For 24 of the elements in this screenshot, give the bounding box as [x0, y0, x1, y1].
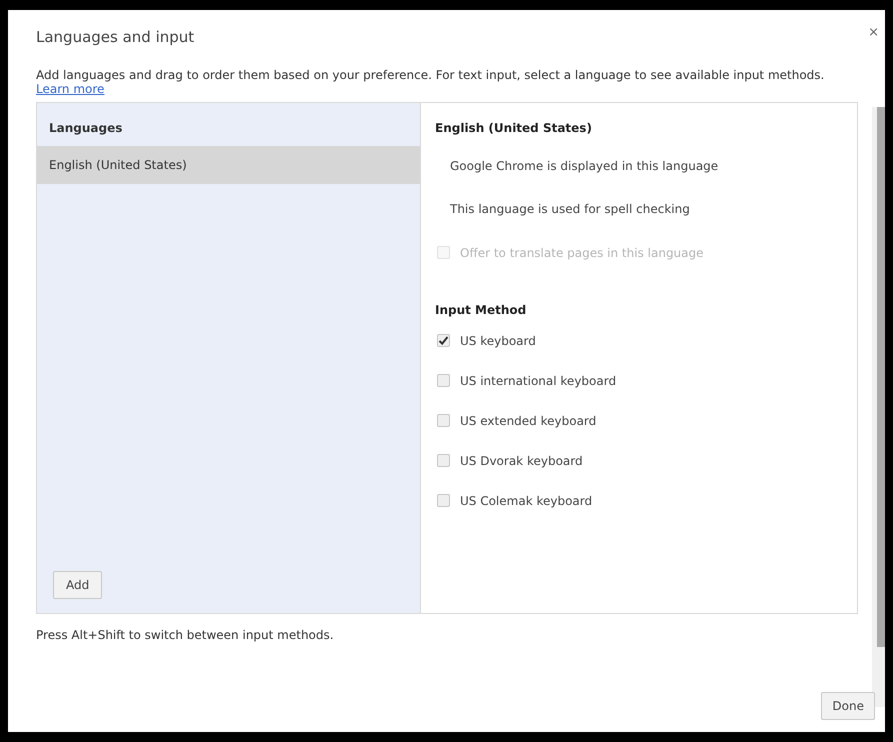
language-title: English (United States) — [435, 120, 593, 136]
dialog-title: Languages and input — [36, 27, 196, 48]
description-text: Add languages and drag to order them based on your preference. For text input, select a language to see available input methods. Learn more — [36, 68, 826, 96]
done-button[interactable]: Done — [821, 692, 875, 720]
checkbox[interactable] — [437, 414, 450, 427]
learn-more-link[interactable]: Learn more — [36, 82, 104, 96]
checkbox[interactable] — [437, 374, 450, 387]
checkbox-label: US Colemak keyboard — [460, 492, 592, 510]
info-text: This language is used for spell checking — [449, 201, 691, 218]
checkbox-label: US Dvorak keyboard — [460, 452, 583, 470]
checkbox-label: Offer to translate pages in this language — [460, 244, 704, 262]
close-button[interactable]: × — [868, 26, 879, 39]
checkbox-label: US international keyboard — [460, 372, 616, 390]
checkbox[interactable] — [437, 334, 450, 347]
checkbox[interactable] — [437, 454, 450, 467]
add-button[interactable]: Add — [53, 570, 102, 598]
language-item[interactable]: English (United States) — [37, 146, 420, 184]
checkbox[interactable] — [437, 494, 450, 507]
info-text: Google Chrome is displayed in this language — [449, 158, 720, 175]
hint-text: Press Alt+Shift to switch between input methods. — [36, 626, 335, 644]
checkbox-label: US keyboard — [460, 332, 536, 350]
checkbox-label: US extended keyboard — [460, 412, 596, 430]
section-heading: Input Method — [435, 302, 528, 318]
languages-heading: Languages — [48, 120, 124, 137]
